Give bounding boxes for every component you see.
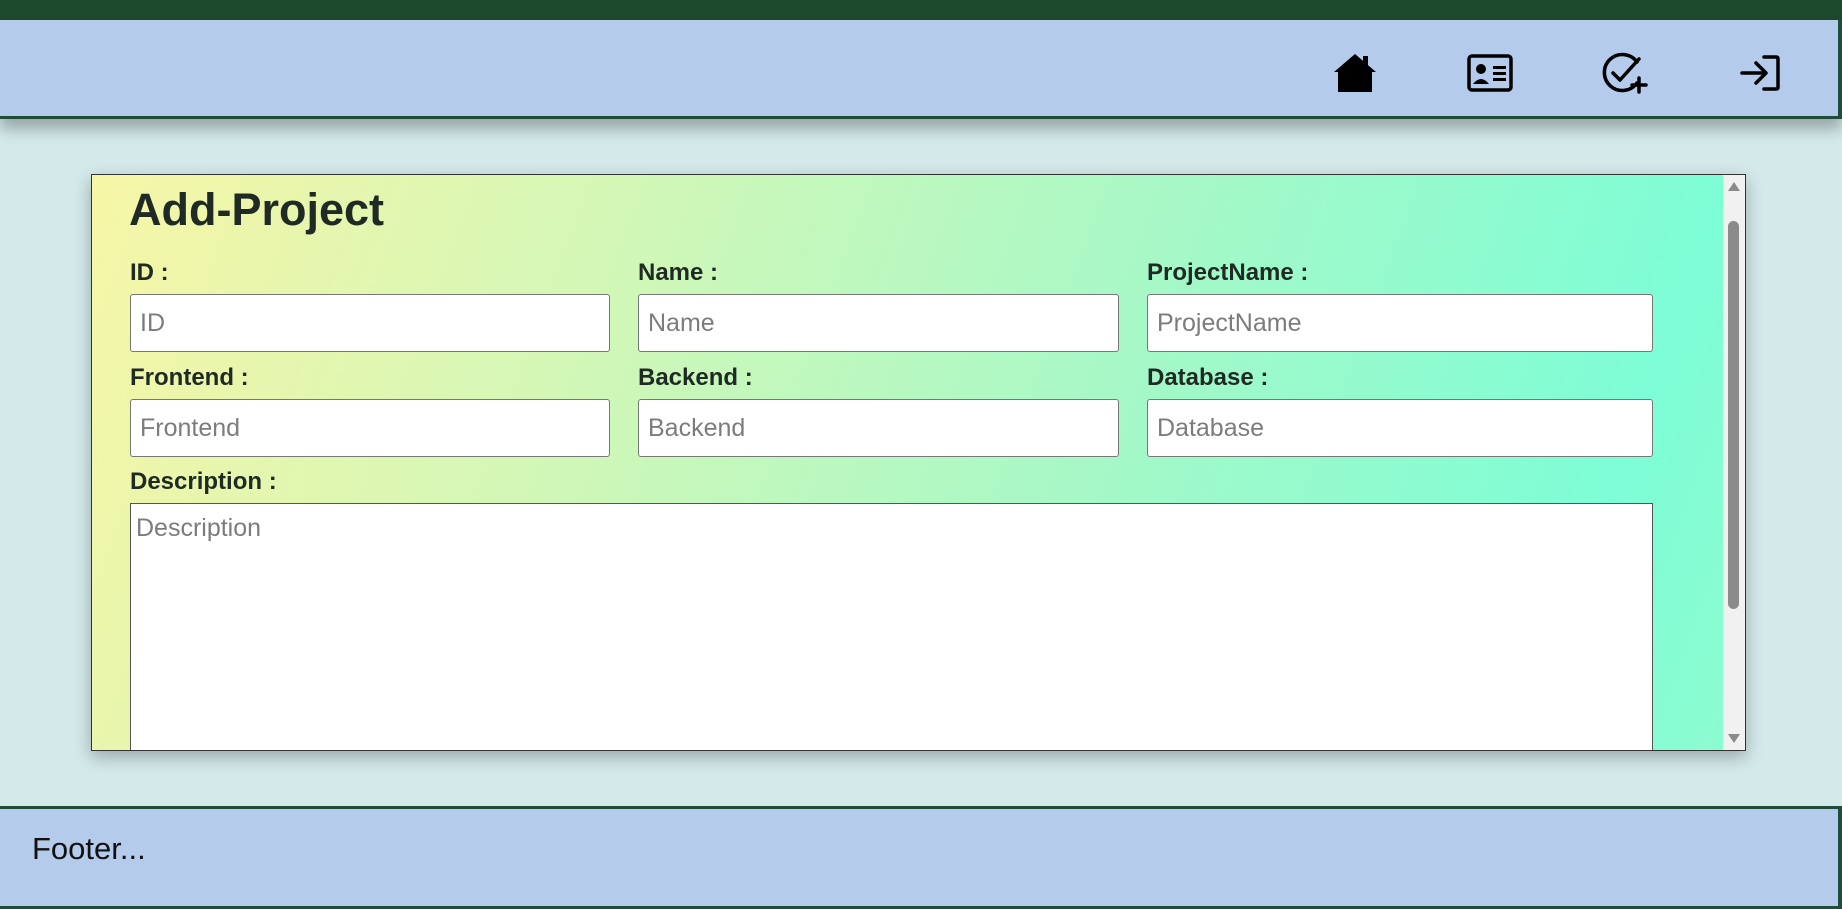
backend-input[interactable] — [638, 399, 1119, 457]
top-stripe — [0, 0, 1842, 20]
scrollbar-thumb[interactable] — [1728, 221, 1739, 609]
id-label: ID : — [130, 259, 169, 286]
panel-scrollbar[interactable] — [1723, 175, 1745, 750]
id-input[interactable] — [130, 294, 610, 352]
login-icon[interactable] — [1735, 50, 1785, 96]
contact-card-icon[interactable] — [1465, 50, 1515, 96]
name-label: Name : — [638, 259, 719, 286]
description-label: Description : — [130, 468, 277, 495]
scroll-down-arrow-icon[interactable] — [1728, 734, 1740, 743]
add-task-icon[interactable] — [1600, 50, 1650, 96]
home-icon[interactable] — [1330, 50, 1380, 96]
add-project-form: Add-Project ID : Name : ProjectName : Fr… — [91, 174, 1746, 751]
footer-text: Footer... — [32, 831, 146, 866]
description-textarea[interactable] — [130, 503, 1653, 750]
database-label: Database : — [1147, 364, 1269, 391]
name-input[interactable] — [638, 294, 1119, 352]
project-name-label: ProjectName : — [1147, 259, 1309, 286]
frontend-label: Frontend : — [130, 364, 249, 391]
database-input[interactable] — [1147, 399, 1653, 457]
footer: Footer... — [0, 806, 1842, 909]
backend-label: Backend : — [638, 364, 753, 391]
page-title: Add-Project — [129, 184, 385, 235]
scroll-up-arrow-icon[interactable] — [1728, 182, 1740, 191]
project-name-input[interactable] — [1147, 294, 1653, 352]
navbar — [0, 20, 1842, 119]
frontend-input[interactable] — [130, 399, 610, 457]
